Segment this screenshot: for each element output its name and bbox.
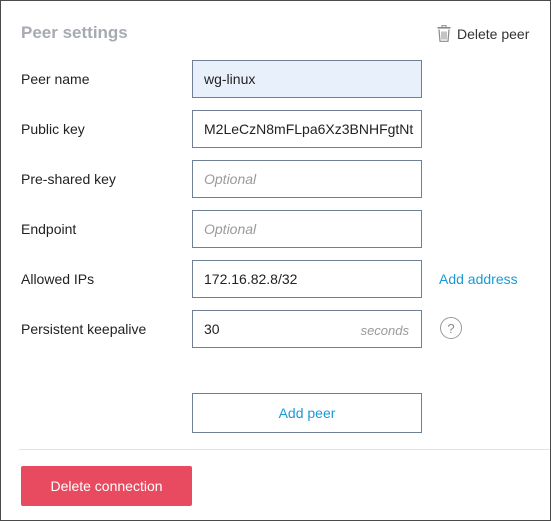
- public-key-label: Public key: [21, 121, 85, 137]
- peer-name-input[interactable]: wg-linux: [192, 60, 422, 98]
- peer-settings-panel: Peer settings Delete peer Peer name wg-l…: [0, 0, 551, 521]
- endpoint-placeholder: Optional: [204, 221, 257, 237]
- allowed-ips-label: Allowed IPs: [21, 271, 95, 287]
- delete-peer-label: Delete peer: [457, 25, 530, 42]
- public-key-value: M2LeCzN8mFLpa6Xz3BNHFgtNt: [204, 121, 414, 137]
- delete-connection-label: Delete connection: [50, 478, 163, 494]
- endpoint-label: Endpoint: [21, 221, 77, 237]
- preshared-key-label: Pre-shared key: [21, 171, 116, 187]
- allowed-ips-input[interactable]: 172.16.82.8/32: [192, 260, 422, 298]
- keepalive-input[interactable]: 30 seconds: [192, 310, 422, 348]
- add-peer-button[interactable]: Add peer: [192, 393, 422, 433]
- divider: [19, 449, 550, 450]
- delete-peer-button[interactable]: Delete peer: [437, 25, 529, 42]
- allowed-ips-value: 172.16.82.8/32: [204, 271, 298, 287]
- trash-icon: [437, 25, 451, 42]
- keepalive-unit: seconds: [360, 323, 409, 338]
- add-address-link[interactable]: Add address: [439, 271, 518, 287]
- preshared-key-placeholder: Optional: [204, 171, 257, 187]
- delete-connection-button[interactable]: Delete connection: [21, 466, 192, 506]
- keepalive-label: Persistent keepalive: [21, 321, 147, 337]
- peer-name-label: Peer name: [21, 71, 90, 87]
- add-peer-label: Add peer: [278, 405, 336, 421]
- section-title: Peer settings: [21, 23, 128, 42]
- public-key-input[interactable]: M2LeCzN8mFLpa6Xz3BNHFgtNt: [192, 110, 422, 148]
- preshared-key-input[interactable]: Optional: [192, 160, 422, 198]
- peer-name-value: wg-linux: [204, 71, 256, 87]
- keepalive-value: 30: [204, 321, 220, 337]
- endpoint-input[interactable]: Optional: [192, 210, 422, 248]
- help-icon[interactable]: ?: [440, 317, 462, 339]
- help-glyph: ?: [447, 320, 455, 336]
